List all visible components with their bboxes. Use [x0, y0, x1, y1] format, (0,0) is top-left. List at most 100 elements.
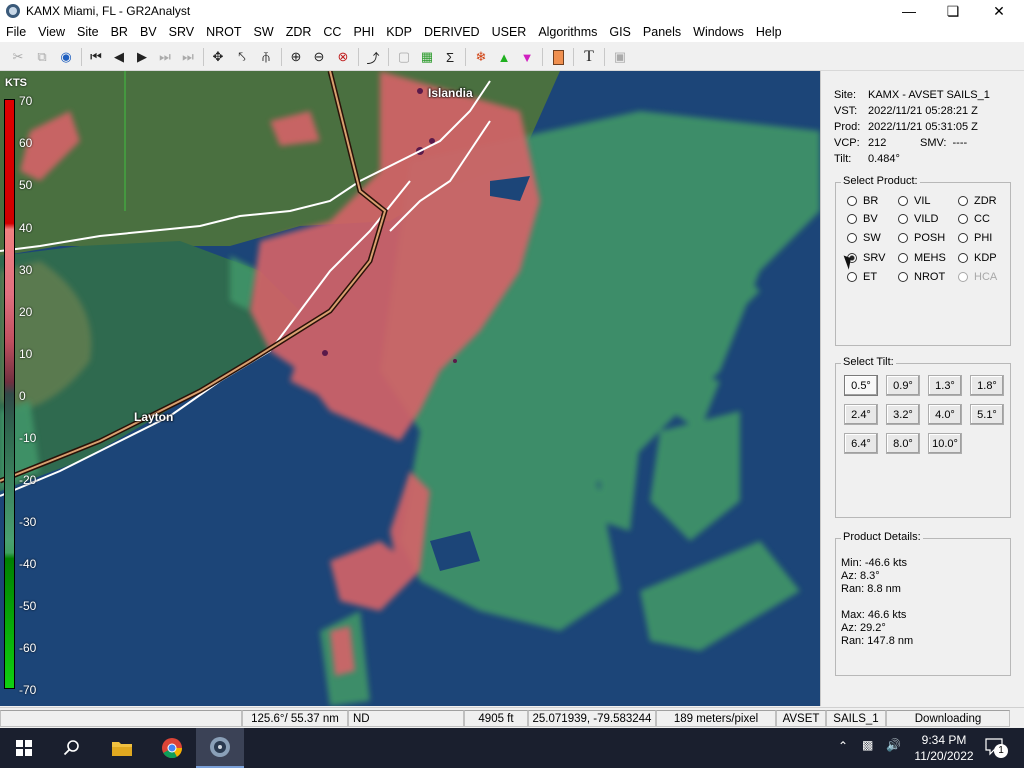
min-range: Ran: 8.8 nm	[841, 583, 901, 595]
clock-date[interactable]: 11/20/2022	[908, 749, 980, 763]
status-state: Downloading	[886, 710, 1010, 727]
menu-br[interactable]: BR	[105, 25, 134, 39]
tilt-button-10-0[interactable]: 10.0°	[928, 433, 962, 454]
menu-zdr[interactable]: ZDR	[280, 25, 318, 39]
gr2analyst-taskbar-icon[interactable]	[196, 728, 244, 768]
tray-chevron-icon[interactable]: ⌃	[838, 739, 848, 753]
zoom-in-icon[interactable]: ⊕	[286, 47, 306, 67]
toolbar-separator	[281, 48, 282, 66]
window-title: KAMX Miami, FL - GR2Analyst	[26, 4, 191, 18]
hurricane-icon[interactable]: ❄	[471, 47, 491, 67]
min-azimuth: Az: 8.3°	[841, 570, 880, 582]
tilt-button-0-9[interactable]: 0.9°	[886, 375, 920, 396]
pan-icon[interactable]: ✥	[208, 47, 228, 67]
text-tool-icon[interactable]: T	[579, 47, 599, 67]
product-radio-posh[interactable]: POSH	[898, 232, 945, 244]
menu-nrot[interactable]: NROT	[200, 25, 247, 39]
network-icon[interactable]: ▩	[862, 738, 873, 752]
menu-windows[interactable]: Windows	[687, 25, 750, 39]
sample-icon[interactable]: ⤴	[363, 47, 383, 67]
menu-srv[interactable]: SRV	[163, 25, 200, 39]
menu-bv[interactable]: BV	[134, 25, 163, 39]
legend-color-bar	[4, 99, 15, 689]
maximize-button[interactable]: ❏	[930, 0, 976, 22]
clock-time[interactable]: 9:34 PM	[914, 733, 974, 747]
city-label-layton: Layton	[134, 410, 174, 424]
product-radio-bv[interactable]: BV	[847, 213, 878, 225]
product-radio-vild[interactable]: VILD	[898, 213, 938, 225]
last-frame-icon[interactable]: ⏭	[178, 47, 198, 67]
zoom-out-icon[interactable]: ⊖	[309, 47, 329, 67]
blank-tool-icon[interactable]: ▢	[394, 47, 414, 67]
menu-gis[interactable]: GIS	[603, 25, 637, 39]
color-table-icon[interactable]	[548, 47, 568, 67]
menu-phi[interactable]: PHI	[347, 25, 380, 39]
measure-icon[interactable]: ⤣	[232, 47, 252, 67]
volume-icon[interactable]: 🔊	[886, 738, 901, 752]
zoom-reset-icon[interactable]: ⊗	[333, 47, 353, 67]
product-radio-kdp[interactable]: KDP	[958, 252, 997, 264]
menu-user[interactable]: USER	[486, 25, 533, 39]
cut-icon[interactable]: ✂	[8, 47, 28, 67]
play-icon[interactable]: ▶	[132, 47, 152, 67]
downward-triangle-icon[interactable]: ▼	[517, 47, 537, 67]
tilt-button-8-0[interactable]: 8.0°	[886, 433, 920, 454]
tilt-button-0-5[interactable]: 0.5°	[844, 375, 878, 396]
vcp-row: VCP: 212 SMV: ----	[834, 137, 968, 149]
menu-file[interactable]: File	[0, 25, 32, 39]
menu-derived[interactable]: DERIVED	[418, 25, 486, 39]
tilt-button-6-4[interactable]: 6.4°	[844, 433, 878, 454]
copy-icon[interactable]: ⧉	[32, 47, 52, 67]
first-frame-icon[interactable]: ⏮	[86, 47, 106, 67]
select-product-title: Select Product:	[841, 175, 920, 187]
legend-tick: 70	[19, 94, 33, 108]
tilt-button-1-3[interactable]: 1.3°	[928, 375, 962, 396]
product-radio-sw[interactable]: SW	[847, 232, 881, 244]
chrome-icon[interactable]	[148, 728, 196, 768]
tilt-button-1-8[interactable]: 1.8°	[970, 375, 1004, 396]
product-radio-br[interactable]: BR	[847, 195, 878, 207]
menu-panels[interactable]: Panels	[637, 25, 687, 39]
tilt-button-3-2[interactable]: 3.2°	[886, 404, 920, 425]
frame-tool-icon[interactable]: ▣	[610, 47, 630, 67]
start-windows-icon[interactable]	[0, 728, 48, 768]
tilt-button-5-1[interactable]: 5.1°	[970, 404, 1004, 425]
site-select-icon[interactable]: ◉	[56, 47, 76, 67]
menu-view[interactable]: View	[32, 25, 71, 39]
menu-site[interactable]: Site	[71, 25, 105, 39]
minimize-button[interactable]: —	[886, 0, 932, 22]
radar-map[interactable]: Islandia Layton KTS 70 60 50 40 30 20 10…	[0, 71, 820, 706]
product-radio-et[interactable]: ET	[847, 271, 877, 283]
velocity-legend: KTS 70 60 50 40 30 20 10 0 -10 -20 -30 -…	[0, 71, 48, 706]
tilt-button-4-0[interactable]: 4.0°	[928, 404, 962, 425]
tilt-button-2-4[interactable]: 2.4°	[844, 404, 878, 425]
upward-triangle-icon[interactable]: ▲	[494, 47, 514, 67]
close-button[interactable]: ✕	[976, 0, 1022, 22]
legend-tick: -20	[19, 473, 37, 487]
menu-algorithms[interactable]: Algorithms	[532, 25, 603, 39]
cross-section-icon[interactable]: ⫚	[256, 47, 276, 67]
product-radio-mehs[interactable]: MEHS	[898, 252, 946, 264]
previous-frame-icon[interactable]: ◀	[109, 47, 129, 67]
product-radio-zdr[interactable]: ZDR	[958, 195, 997, 207]
storm-track-icon[interactable]: ▦	[417, 47, 437, 67]
sum-icon[interactable]: Σ	[440, 47, 460, 67]
radar-map-canvas[interactable]	[0, 71, 820, 706]
product-radio-hca[interactable]: HCA	[958, 271, 997, 283]
product-radio-vil[interactable]: VIL	[898, 195, 931, 207]
toolbar-separator	[465, 48, 466, 66]
product-details-title: Product Details:	[841, 531, 923, 543]
status-vcp-mode: SAILS_1	[826, 710, 886, 727]
toolbar-separator	[542, 48, 543, 66]
menu-help[interactable]: Help	[750, 25, 788, 39]
product-radio-nrot[interactable]: NROT	[898, 271, 945, 283]
product-radio-cc[interactable]: CC	[958, 213, 990, 225]
tilt-value: 0.484°	[868, 153, 900, 165]
search-icon[interactable]	[48, 728, 96, 768]
menu-kdp[interactable]: KDP	[380, 25, 418, 39]
menu-cc[interactable]: CC	[317, 25, 347, 39]
menu-sw[interactable]: SW	[248, 25, 280, 39]
product-radio-phi[interactable]: PHI	[958, 232, 992, 244]
next-frame-icon[interactable]: ⏭	[155, 47, 175, 67]
file-explorer-icon[interactable]	[98, 728, 146, 768]
